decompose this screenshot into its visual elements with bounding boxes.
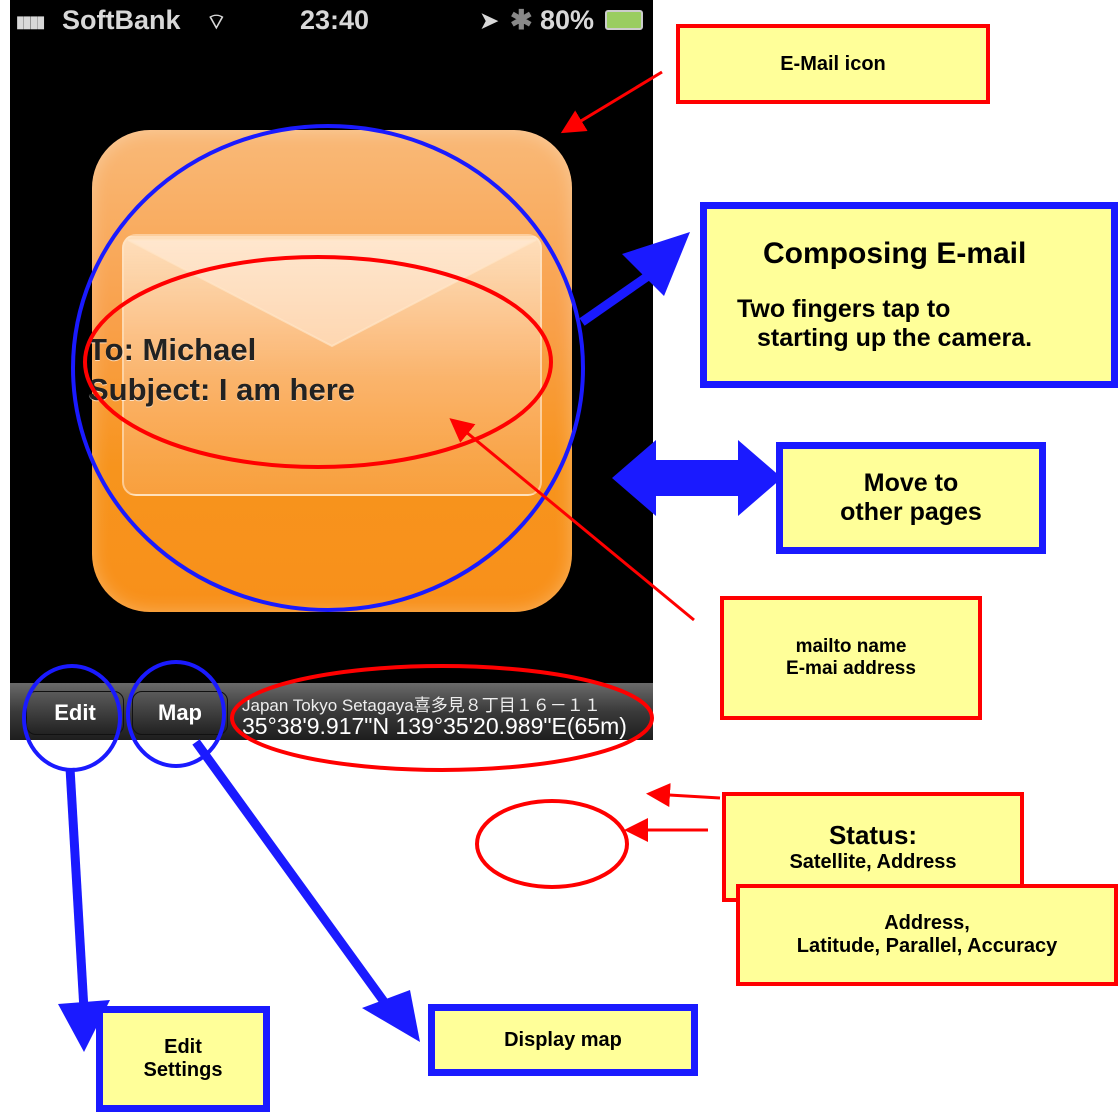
- note-address: Address, Latitude, Parallel, Accuracy: [736, 884, 1118, 986]
- note-address-1: Address,: [884, 912, 970, 934]
- note-status-2: Satellite, Address: [789, 851, 957, 873]
- note-mailto-2: E-mai address: [786, 658, 916, 679]
- note-edit-settings: Edit Settings: [96, 1006, 270, 1112]
- status-icons-highlight-ellipse: [475, 799, 629, 889]
- note-move-pages-1: Move to: [863, 469, 959, 497]
- map-arrow-shaft: [192, 739, 394, 1013]
- mail-icon-highlight-circle: [71, 124, 585, 612]
- address-highlight-ellipse: [230, 664, 654, 772]
- note-display-map: Display map: [428, 1004, 698, 1076]
- note-composing-body-2: starting up the camera.: [757, 324, 1033, 352]
- mailto-arrow: [449, 418, 695, 622]
- note-edit-1: Edit: [164, 1036, 202, 1058]
- edit-arrow-shaft: [65, 767, 89, 1011]
- note-move-pages: Move to other pages: [776, 442, 1046, 554]
- map-button-highlight-circle: [126, 660, 226, 768]
- note-composing-email: Composing E-mail Two fingers tap to star…: [700, 202, 1118, 388]
- composing-arrow-shaft: [579, 272, 651, 326]
- note-composing-title: Composing E-mail: [763, 237, 1027, 270]
- note-mailto-1: mailto name: [795, 636, 907, 657]
- address-arrow: [646, 783, 721, 808]
- note-status-1: Status:: [828, 820, 918, 850]
- note-email-icon: E-Mail icon: [676, 24, 990, 104]
- note-edit-2: Settings: [143, 1059, 223, 1081]
- note-display-map-text: Display map: [504, 1028, 622, 1051]
- move-pages-double-arrow: [612, 440, 782, 516]
- note-composing-body-1: Two fingers tap to: [737, 295, 951, 323]
- note-move-pages-2: other pages: [840, 498, 982, 526]
- mail-text-highlight-ellipse: [83, 255, 553, 469]
- note-address-2: Latitude, Parallel, Accuracy: [796, 935, 1058, 957]
- edit-button-highlight-circle: [22, 664, 122, 772]
- email-icon-arrow: [560, 70, 663, 134]
- note-email-icon-text: E-Mail icon: [780, 52, 886, 75]
- map-arrow-head: [362, 990, 420, 1042]
- note-mailto: mailto name E-mai address: [720, 596, 982, 720]
